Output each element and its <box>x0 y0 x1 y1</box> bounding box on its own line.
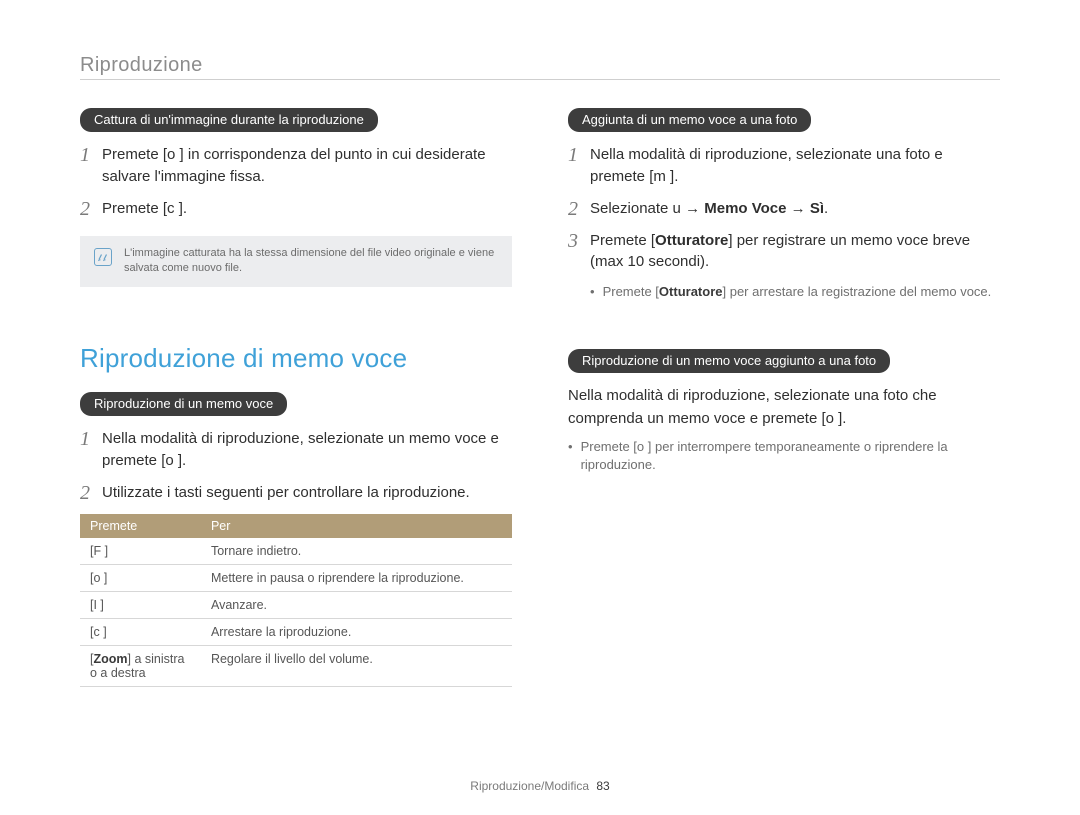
table-row: [I ] Avanzare. <box>80 591 512 618</box>
table-cell: Avanzare. <box>201 591 512 618</box>
pill-play-memo: Riproduzione di un memo voce <box>80 392 287 416</box>
sub-bullet: • Premete [Otturatore] per arrestare la … <box>590 283 1000 301</box>
section-heading-memo: Riproduzione di memo voce <box>80 343 512 374</box>
step-item: 3 Premete [Otturatore] per registrare un… <box>568 230 1000 274</box>
step-item: 2 Selezionate u → Memo Voce → Sì. <box>568 198 1000 220</box>
page-footer: Riproduzione/Modiﬁca 83 <box>0 779 1080 793</box>
step-text: Nella modalità di riproduzione, selezion… <box>102 428 512 472</box>
step-text: Nella modalità di riproduzione, selezion… <box>590 144 1000 188</box>
note-icon <box>94 248 112 266</box>
step-text: Premete [o ] in corrispondenza del punto… <box>102 144 512 188</box>
table-row: [c ] Arrestare la riproduzione. <box>80 618 512 645</box>
step-item: 1 Premete [o ] in corrispondenza del pun… <box>80 144 512 188</box>
table-cell: Mettere in pausa o riprendere la riprodu… <box>201 564 512 591</box>
section-header: Riproduzione <box>80 54 1000 77</box>
table-cell: Tornare indietro. <box>201 538 512 565</box>
header-rule <box>80 79 1000 80</box>
step-number: 3 <box>568 230 590 252</box>
step-text: Premete [Otturatore] per registrare un m… <box>590 230 1000 274</box>
table-cell: Arrestare la riproduzione. <box>201 618 512 645</box>
table-cell: [o ] <box>80 564 201 591</box>
table-row: [o ] Mettere in pausa o riprendere la ri… <box>80 564 512 591</box>
table-cell: [Zoom] a sinistra o a destra <box>80 645 201 686</box>
body-paragraph: Nella modalità di riproduzione, selezion… <box>568 385 1000 430</box>
table-cell: [F ] <box>80 538 201 565</box>
step-item: 1 Nella modalità di riproduzione, selezi… <box>568 144 1000 188</box>
step-number: 1 <box>80 144 102 166</box>
page-number: 83 <box>596 779 609 793</box>
step-number: 2 <box>568 198 590 220</box>
step-number: 2 <box>80 198 102 220</box>
table-header: Per <box>201 514 512 538</box>
step-number: 1 <box>568 144 590 166</box>
pill-play-attached-memo: Riproduzione di un memo voce aggiunto a … <box>568 349 890 373</box>
info-note: L'immagine catturata ha la stessa dimens… <box>80 236 512 288</box>
step-item: 2 Utilizzate i tasti seguenti per contro… <box>80 482 512 504</box>
table-cell: [I ] <box>80 591 201 618</box>
step-item: 1 Nella modalità di riproduzione, selezi… <box>80 428 512 472</box>
two-column-layout: Cattura di un'immagine durante la riprod… <box>80 108 1000 687</box>
key-table: Premete Per [F ] Tornare indietro. [o ] … <box>80 514 512 687</box>
table-row: [F ] Tornare indietro. <box>80 538 512 565</box>
right-column: Aggiunta di un memo voce a una foto 1 Ne… <box>568 108 1000 687</box>
note-text: L'immagine catturata ha la stessa dimens… <box>124 246 498 278</box>
bullet-icon: • <box>590 283 595 301</box>
step-text: Premete [c ]. <box>102 198 512 220</box>
sub-bullet: • Premete [o ] per interrompere temporan… <box>568 438 1000 474</box>
step-number: 2 <box>80 482 102 504</box>
bullet-icon: • <box>568 438 573 474</box>
step-number: 1 <box>80 428 102 450</box>
table-cell: Regolare il livello del volume. <box>201 645 512 686</box>
step-item: 2 Premete [c ]. <box>80 198 512 220</box>
pill-add-memo: Aggiunta di un memo voce a una foto <box>568 108 811 132</box>
footer-breadcrumb: Riproduzione/Modiﬁca <box>470 779 589 793</box>
pill-capture-image: Cattura di un'immagine durante la riprod… <box>80 108 378 132</box>
step-text: Selezionate u → Memo Voce → Sì. <box>590 198 1000 220</box>
table-row: [Zoom] a sinistra o a destra Regolare il… <box>80 645 512 686</box>
table-cell: [c ] <box>80 618 201 645</box>
step-text: Utilizzate i tasti seguenti per controll… <box>102 482 512 504</box>
table-header: Premete <box>80 514 201 538</box>
left-column: Cattura di un'immagine durante la riprod… <box>80 108 512 687</box>
